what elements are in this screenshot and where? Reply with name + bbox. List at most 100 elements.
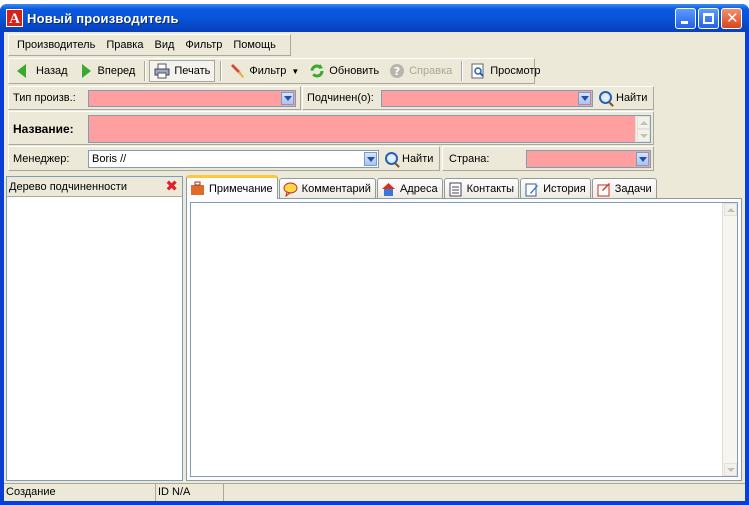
menu-help[interactable]: Помощь <box>233 39 276 51</box>
speech-bubble-icon <box>283 182 298 197</box>
type-combo[interactable] <box>88 90 296 107</box>
manager-combo[interactable]: Boris // <box>88 150 379 168</box>
tab-comment[interactable]: Комментарий <box>278 178 376 199</box>
status-mode: Создание <box>4 484 156 501</box>
menu-producer[interactable]: Производитель <box>17 39 95 51</box>
name-row: Название: <box>8 111 654 145</box>
back-label: Назад <box>36 65 68 77</box>
toolbar-separator <box>220 61 223 81</box>
app-window: A Новый производитель ✕ Производитель Пр… <box>0 4 749 505</box>
back-button[interactable]: Назад <box>12 60 72 82</box>
country-row: Страна: <box>442 146 654 171</box>
parent-dropdown-button[interactable] <box>578 92 591 105</box>
maximize-button[interactable] <box>698 8 719 29</box>
status-bar: Создание ID N/A <box>4 483 745 501</box>
title-bar[interactable]: A Новый производитель ✕ <box>0 4 749 32</box>
filter-button[interactable]: Фильтр ▼ <box>225 60 303 82</box>
manager-find-button[interactable]: Найти <box>385 152 433 165</box>
name-scrollbar[interactable] <box>635 116 650 142</box>
forward-button[interactable]: Вперед <box>74 60 140 82</box>
note-textarea[interactable] <box>190 202 738 477</box>
menu-filter[interactable]: Фильтр <box>185 39 222 51</box>
tab-history[interactable]: История <box>520 178 591 199</box>
toolbar: Назад Вперед Печать Фильтр ▼ Обновить ? … <box>8 58 541 84</box>
tab-panel-note <box>186 198 742 481</box>
magnifier-icon <box>385 152 398 165</box>
toolbar-separator <box>461 61 464 81</box>
house-icon <box>381 182 396 197</box>
toolbar-separator <box>144 61 147 81</box>
manager-label: Менеджер: <box>13 153 70 165</box>
close-tree-icon[interactable]: ✖ <box>165 179 178 194</box>
window-title: Новый производитель <box>27 11 179 26</box>
app-logo-icon: A <box>6 9 23 27</box>
client-area: Производитель Правка Вид Фильтр Помощь Н… <box>4 32 745 501</box>
preview-label: Просмотр <box>490 65 541 77</box>
country-label: Страна: <box>449 153 490 165</box>
dropdown-caret-icon[interactable]: ▼ <box>291 67 299 76</box>
manager-find-label: Найти <box>402 152 434 165</box>
menu-edit[interactable]: Правка <box>106 39 143 51</box>
tab-note[interactable]: Примечание <box>186 175 278 199</box>
manager-dropdown-button[interactable] <box>364 152 377 166</box>
forward-label: Вперед <box>97 65 136 77</box>
minimize-button[interactable] <box>675 8 696 29</box>
parent-find-label: Найти <box>616 91 648 104</box>
brush-icon <box>229 63 245 79</box>
menu-view[interactable]: Вид <box>154 39 174 51</box>
preview-icon <box>470 63 486 79</box>
tab-tasks[interactable]: Задачи <box>591 178 657 199</box>
status-empty <box>224 484 745 501</box>
note-scrollbar[interactable] <box>722 203 737 476</box>
country-dropdown-button[interactable] <box>636 152 649 166</box>
type-row: Тип произв.: <box>8 86 301 110</box>
country-combo[interactable] <box>526 150 651 168</box>
preview-button[interactable]: Просмотр <box>466 60 544 82</box>
scroll-up-icon[interactable] <box>724 203 737 216</box>
tab-note-label: Примечание <box>209 182 273 195</box>
tree-body[interactable] <box>7 198 182 480</box>
hierarchy-tree-panel: Дерево подчиненности ✖ <box>6 176 183 481</box>
arrow-left-icon <box>16 63 32 79</box>
minimize-icon <box>681 21 688 24</box>
printer-icon <box>154 63 170 79</box>
arrow-right-icon <box>78 63 94 79</box>
parent-label: Подчинен(о): <box>307 92 374 104</box>
maximize-icon <box>703 13 714 24</box>
type-label: Тип произв.: <box>13 92 76 104</box>
magnifier-icon <box>599 91 612 104</box>
manager-row: Менеджер: Boris // Найти <box>8 146 440 171</box>
tab-comment-label: Комментарий <box>301 183 371 195</box>
manager-value: Boris // <box>92 153 127 165</box>
filter-label: Фильтр <box>249 65 287 77</box>
parent-row: Подчинен(о): Найти <box>302 86 654 110</box>
status-id: ID N/A <box>156 484 224 501</box>
task-note-icon <box>596 182 611 197</box>
refresh-button[interactable]: Обновить <box>305 60 383 82</box>
help-label: Справка <box>409 65 453 77</box>
name-label: Название: <box>13 122 74 136</box>
tab-addresses-label: Адреса <box>399 183 438 195</box>
print-button[interactable]: Печать <box>149 60 216 82</box>
notepad-pencil-icon <box>524 182 539 197</box>
parent-combo[interactable] <box>381 90 593 107</box>
tab-strip: Примечание Комментарий Адреса Контакты И… <box>186 175 658 199</box>
tab-contacts[interactable]: Контакты <box>443 178 520 199</box>
help-icon: ? <box>389 63 405 79</box>
tree-title: Дерево подчиненности <box>9 181 127 193</box>
address-book-icon <box>448 182 463 197</box>
close-button[interactable]: ✕ <box>721 8 742 29</box>
briefcase-icon <box>190 181 205 196</box>
refresh-label: Обновить <box>329 65 380 77</box>
help-button[interactable]: ? Справка <box>385 60 456 82</box>
scroll-down-icon[interactable] <box>637 129 650 142</box>
name-input[interactable] <box>88 115 651 143</box>
scroll-down-icon[interactable] <box>724 463 737 476</box>
parent-find-button[interactable]: Найти <box>599 91 647 104</box>
print-label: Печать <box>174 65 211 77</box>
type-dropdown-button[interactable] <box>281 92 294 105</box>
scroll-up-icon[interactable] <box>637 116 650 129</box>
refresh-icon <box>309 63 325 79</box>
tab-addresses[interactable]: Адреса <box>376 178 443 199</box>
tab-history-label: История <box>543 183 586 195</box>
